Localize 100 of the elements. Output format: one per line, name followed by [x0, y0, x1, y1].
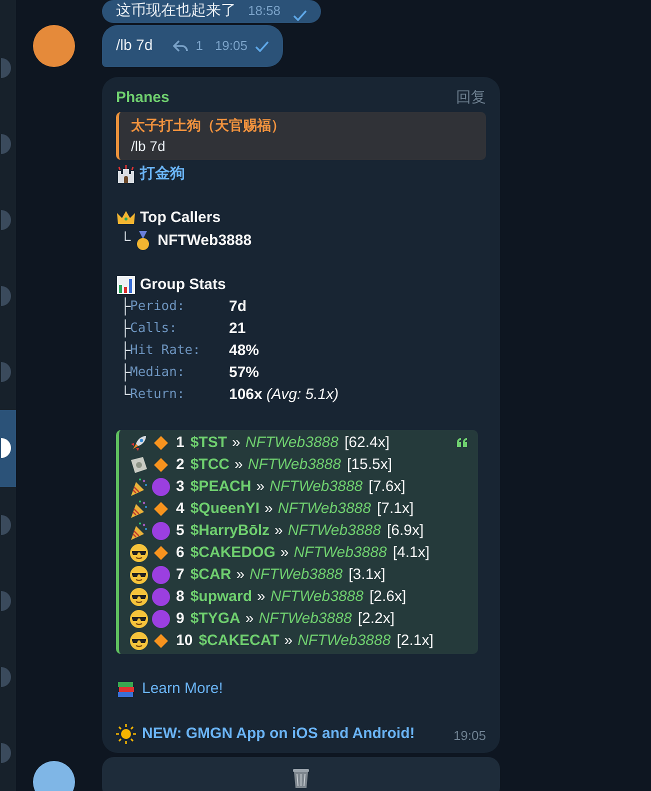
multiple-value: [15.5x] [346, 454, 392, 475]
group-link[interactable]: 打金狗 [140, 162, 185, 185]
tree-branch: └ [120, 384, 130, 405]
token-symbol[interactable]: $QueenYI [190, 498, 260, 520]
caller-name: NFTWeb3888 [270, 476, 363, 497]
stat-value: 48% [229, 341, 260, 361]
unread-badge [1, 286, 11, 306]
rank-number: 5 [176, 520, 184, 541]
caller-name: NFTWeb3888 [245, 432, 338, 453]
unread-badge [1, 666, 11, 687]
token-symbol[interactable]: $HarryBōlz [190, 520, 270, 542]
token-symbol[interactable]: $CAKECAT [198, 630, 280, 652]
tree-branch: ├ [120, 296, 130, 318]
separator: » [280, 542, 289, 563]
promo-link[interactable]: NEW: GMGN App on iOS and Android! [142, 722, 415, 745]
stat-label: Calls: [130, 321, 178, 336]
caller-name: NFTWeb3888 [258, 608, 352, 629]
unread-badge [1, 590, 11, 611]
stat-value: 7d [229, 297, 247, 317]
caller-name: NFTWeb3888 [278, 498, 371, 519]
unread-badge [1, 362, 11, 382]
stat-label: Hit Rate: [130, 343, 202, 358]
unread-badge [1, 742, 11, 763]
token-symbol[interactable]: $CAKEDOG [190, 542, 276, 564]
books-icon [116, 679, 136, 700]
multiple-value: [2.6x] [369, 586, 406, 607]
quote-author: 太子打土狗（天官赐福） [131, 116, 286, 135]
separator: » [234, 454, 243, 475]
sunglasses-face-icon [129, 543, 149, 563]
separator: » [274, 520, 283, 541]
separator: » [256, 476, 265, 497]
separator: » [232, 432, 240, 453]
token-symbol[interactable]: $TYGA [190, 608, 240, 630]
rank-number: 1 [176, 432, 184, 453]
sunglasses-face-icon [129, 587, 149, 607]
avatar[interactable] [33, 761, 75, 791]
token-symbol[interactable]: $TST [190, 432, 228, 454]
stat-value: 57% [229, 363, 260, 383]
reply-count: 1 [196, 37, 203, 56]
multiple-value: [2.1x] [396, 630, 434, 651]
bar-chart-icon [116, 274, 136, 295]
delete-button[interactable] [102, 757, 500, 791]
message-time: 19:05 [453, 726, 486, 744]
caller-name: NFTWeb3888 [158, 230, 252, 250]
rank-number: 9 [176, 608, 184, 629]
tree-branch: └ [120, 230, 131, 250]
sunglasses-face-icon [129, 631, 149, 651]
token-symbol[interactable]: $CAR [190, 564, 232, 586]
multiple-value: [7.6x] [368, 476, 406, 497]
tree-branch: ├ [120, 318, 130, 340]
multiple-value: [62.4x] [344, 432, 390, 453]
reply-quote[interactable]: 太子打土狗（天官赐福） /lb 7d [116, 112, 486, 160]
tree-branch: ├ [120, 362, 130, 384]
party-popper-icon [129, 477, 149, 497]
learn-more-link[interactable]: Learn More! [142, 678, 223, 700]
rank-number: 10 [176, 630, 193, 651]
separator: » [284, 630, 293, 651]
castle-icon [116, 164, 136, 184]
rank-number: 4 [176, 498, 184, 519]
banknote-icon [129, 455, 149, 475]
stat-value: 106x [229, 385, 262, 405]
rank-number: 7 [176, 564, 184, 585]
unread-badge [1, 438, 11, 458]
stat-label: Period: [130, 299, 186, 314]
multiple-value: [3.1x] [348, 564, 386, 585]
multiple-value: [7.1x] [377, 498, 414, 519]
unread-badge [1, 210, 11, 230]
unread-badge [1, 514, 11, 535]
sunglasses-face-icon [129, 609, 149, 629]
chat-list-item[interactable] [0, 410, 16, 487]
quote-text: /lb 7d [131, 136, 166, 156]
multiple-value: [2.2x] [358, 608, 394, 629]
avatar[interactable] [33, 25, 75, 67]
section-title: Top Callers [140, 208, 221, 228]
rank-number: 3 [176, 476, 184, 497]
sender-name[interactable]: Phanes [116, 87, 170, 110]
rank-number: 2 [176, 454, 184, 475]
separator: » [245, 608, 254, 629]
party-popper-icon [129, 499, 149, 519]
rank-number: 6 [176, 542, 184, 563]
caller-name: NFTWeb3888 [288, 520, 381, 541]
token-symbol[interactable]: $PEACH [190, 476, 252, 498]
sun-icon [116, 724, 136, 744]
stat-value: 21 [229, 319, 246, 339]
token-symbol[interactable]: $upward [190, 586, 252, 608]
reply-link[interactable]: 回复 [456, 87, 486, 110]
caller-name: NFTWeb3888 [250, 564, 343, 585]
unread-badge [1, 58, 11, 78]
separator: » [257, 586, 266, 607]
medal-icon [134, 230, 151, 250]
tree-branch: ├ [120, 340, 130, 362]
caller-name: NFTWeb3888 [294, 542, 387, 563]
reply-icon [172, 40, 188, 52]
caller-name: NFTWeb3888 [298, 630, 391, 651]
message-text: /lb 7d [116, 36, 153, 56]
rocket-icon [129, 433, 149, 453]
stat-label: Return: [130, 387, 186, 404]
stat-note: (Avg: 5.1x) [266, 385, 339, 405]
trash-icon [291, 767, 311, 789]
token-symbol[interactable]: $TCC [190, 454, 230, 476]
